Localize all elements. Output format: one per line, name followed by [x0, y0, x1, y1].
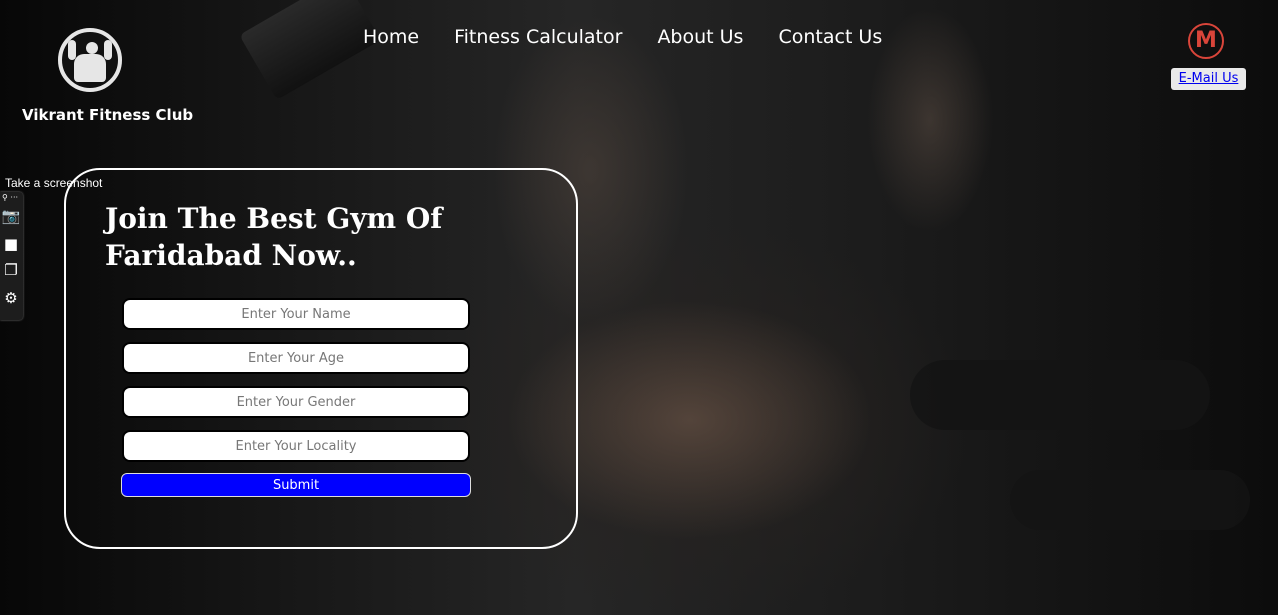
logo-arm-right	[104, 40, 112, 60]
nav-contact-us[interactable]: Contact Us	[778, 26, 882, 48]
camera-icon[interactable]: 📷	[1, 206, 21, 226]
link-icon[interactable]: ⚲ ···	[2, 194, 18, 202]
nav-home[interactable]: Home	[363, 26, 419, 48]
name-input[interactable]	[122, 298, 470, 330]
settings-icon[interactable]: ⚙	[1, 288, 21, 308]
video-icon[interactable]: ■	[1, 234, 21, 254]
brand-name: Vikrant Fitness Club	[22, 106, 194, 124]
nav-about-us[interactable]: About Us	[657, 26, 743, 48]
logo-body	[74, 54, 106, 82]
gmail-icon[interactable]: M	[1188, 23, 1224, 59]
locality-input[interactable]	[122, 430, 470, 462]
window-icon[interactable]: ❐	[1, 260, 21, 280]
background-bench-lower	[1010, 470, 1250, 530]
background-bench	[910, 360, 1210, 430]
form-heading: Join The Best Gym Of Faridabad Now..	[105, 202, 443, 272]
nav-fitness-calculator[interactable]: Fitness Calculator	[454, 26, 622, 48]
logo-arm-left	[68, 40, 76, 60]
background-barbell	[239, 0, 381, 100]
main-nav: Home Fitness Calculator About Us Contact…	[363, 26, 882, 48]
gym-logo	[58, 28, 122, 92]
email-us-link[interactable]: E-Mail Us	[1171, 68, 1246, 90]
gender-input[interactable]	[122, 386, 470, 418]
age-input[interactable]	[122, 342, 470, 374]
screenshot-toolbar: ⚲ ··· 📷 ■ ❐ ⚙	[0, 192, 23, 320]
submit-button[interactable]: Submit	[121, 473, 471, 497]
logo-head	[86, 42, 98, 54]
